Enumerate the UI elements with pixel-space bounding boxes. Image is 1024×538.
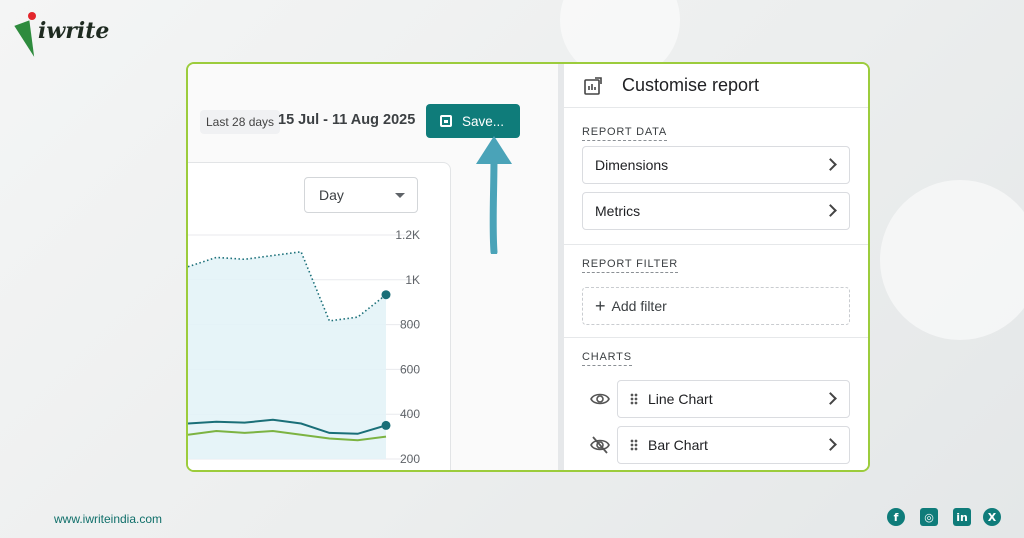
drag-handle-icon[interactable] [630,439,638,451]
metrics-row[interactable]: Metrics [582,192,850,230]
logo-text: iwrite [38,18,110,44]
plus-icon: + [595,295,606,316]
charts-label: CHARTS [582,351,632,366]
screenshot-card: Last 28 days 15 Jul - 11 Aug 2025 Save..… [186,62,870,472]
y-tick-label: 400 [400,407,420,421]
linkedin-icon[interactable]: in [953,508,971,526]
series-endpoint[interactable] [381,420,391,430]
panel-header: Customise report [564,64,868,108]
chart-row-label: Line Chart [648,391,713,407]
edit-report-icon [584,76,602,95]
report-main-area: Last 28 days 15 Jul - 11 Aug 2025 Save..… [188,64,558,470]
background-decoration [880,180,1024,340]
report-data-label: REPORT DATA [582,126,667,141]
granularity-value: Day [319,187,344,203]
instagram-icon[interactable]: ◎ [920,508,938,526]
add-filter-button[interactable]: + Add filter [582,287,850,325]
date-range-text[interactable]: 15 Jul - 11 Aug 2025 [278,112,415,128]
chart-row-bar[interactable]: Bar Chart [617,426,850,464]
section-divider [564,337,868,338]
facebook-icon[interactable]: f [887,508,905,526]
chevron-right-icon [824,392,837,405]
series-endpoint[interactable] [381,290,391,300]
dropdown-caret-icon [395,193,405,198]
granularity-select[interactable]: Day [304,177,418,213]
pointer-arrow-icon [476,136,512,254]
add-filter-label: Add filter [611,298,667,314]
save-button[interactable]: Save... [426,104,520,138]
eye-off-icon[interactable] [590,435,610,455]
footer-website-link[interactable]: www.iwriteindia.com [54,512,162,526]
chart-card: 1.2K 1K 800 600 400 200 Day [188,162,451,470]
chevron-right-icon [824,158,837,171]
chart-row-label: Bar Chart [648,437,708,453]
chevron-right-icon [824,204,837,217]
metrics-label: Metrics [595,203,641,219]
drag-handle-icon[interactable] [630,393,638,405]
dimensions-label: Dimensions [595,157,669,173]
brand-logo: iwrite [14,10,109,60]
y-tick-label: 800 [400,318,420,332]
report-filter-label: REPORT FILTER [582,258,678,273]
chevron-right-icon [824,438,837,451]
save-icon [440,115,452,127]
x-icon[interactable]: X [983,508,1001,526]
chart-row-line[interactable]: Line Chart [617,380,850,418]
section-divider [564,244,868,245]
y-tick-label: 1K [405,273,420,287]
series-area [188,251,386,459]
y-tick-label: 1.2K [395,228,420,242]
panel-title: Customise report [622,75,760,95]
customise-report-panel: Customise report REPORT DATA Dimensions … [564,64,868,470]
date-range-chip[interactable]: Last 28 days [200,110,281,134]
eye-icon[interactable] [590,389,610,409]
dimensions-row[interactable]: Dimensions [582,146,850,184]
logo-dot [28,12,36,20]
y-tick-label: 200 [400,452,420,466]
y-tick-label: 600 [400,362,420,376]
save-button-label: Save... [462,113,505,129]
